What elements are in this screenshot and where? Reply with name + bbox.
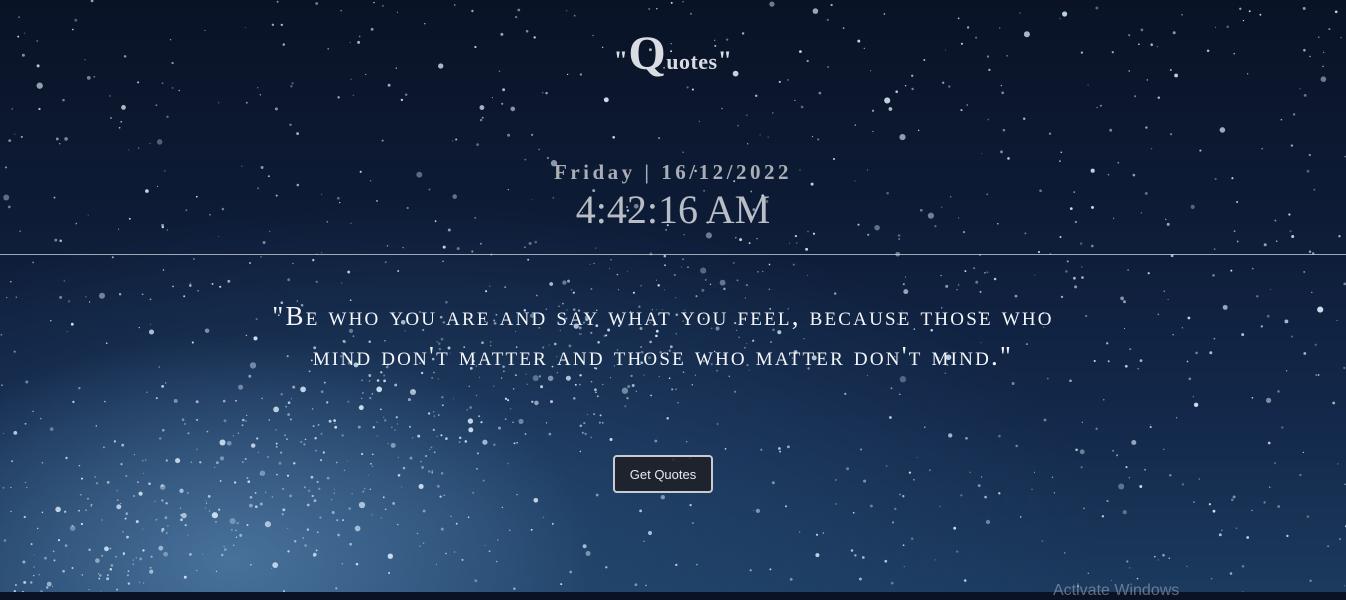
title-open-quote: " bbox=[613, 46, 628, 75]
title-initial: Q bbox=[628, 27, 666, 80]
page-title: "Quotes" bbox=[0, 30, 1346, 78]
get-quotes-button[interactable]: Get Quotes bbox=[613, 455, 713, 493]
title-rest: uotes bbox=[666, 49, 717, 74]
main-view: "Quotes" Friday | 16/12/2022 4:42:16 AM … bbox=[0, 0, 1346, 592]
title-close-quote: " bbox=[718, 46, 733, 75]
divider bbox=[0, 254, 1346, 255]
date-display: Friday | 16/12/2022 bbox=[0, 160, 1346, 185]
activate-windows-watermark: Activate Windows bbox=[1053, 582, 1179, 600]
time-display: 4:42:16 AM bbox=[0, 186, 1346, 233]
quote-text: "Be who you are and say what you feel, b… bbox=[243, 296, 1083, 376]
